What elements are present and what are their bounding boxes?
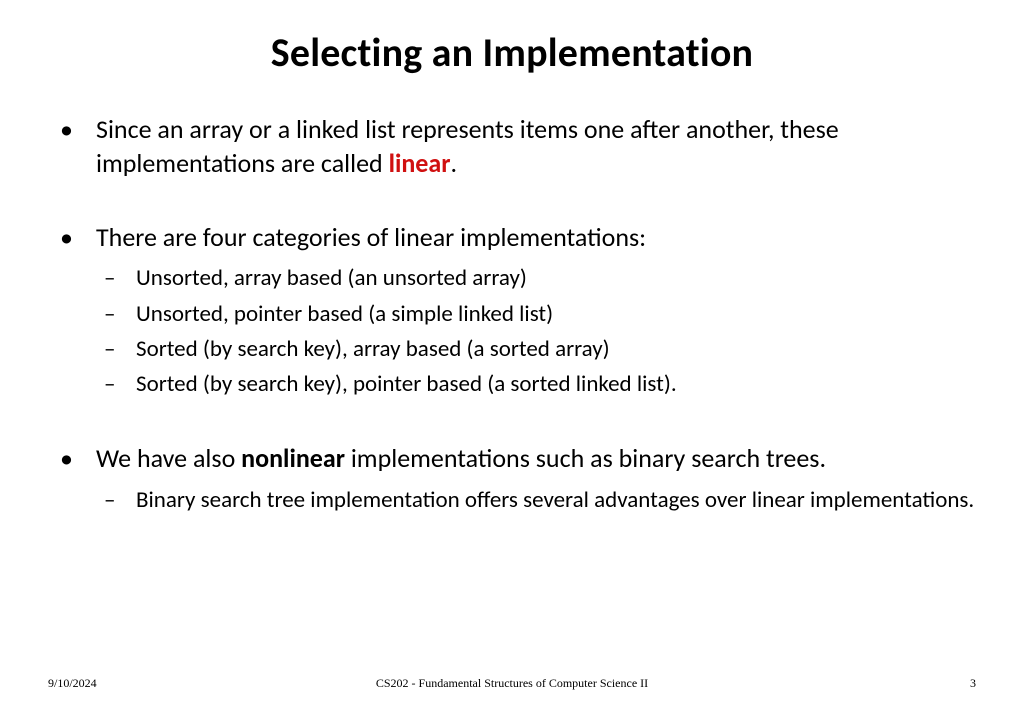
sub-item: Sorted (by search key), pointer based (a… (96, 368, 976, 401)
bullet-3-bold: nonlinear (241, 442, 345, 474)
footer-page: 3 (970, 676, 976, 691)
sub-item-text: Unsorted, array based (an unsorted array… (136, 264, 527, 292)
sub-item: Unsorted, array based (an unsorted array… (96, 262, 976, 295)
sub-item: Unsorted, pointer based (a simple linked… (96, 298, 976, 331)
bullet-1-highlight: linear (389, 147, 451, 179)
slide-footer: 9/10/2024 CS202 - Fundamental Structures… (0, 676, 1024, 691)
sub-item: Sorted (by search key), array based (a s… (96, 333, 976, 366)
sub-item-text: Sorted (by search key), array based (a s… (136, 335, 610, 363)
bullet-3-text-pre: We have also (96, 442, 241, 474)
sub-item-text: Unsorted, pointer based (a simple linked… (136, 300, 553, 328)
slide-title: Selecting an Implementation (48, 28, 976, 77)
sub-item-text: Binary search tree implementation offers… (136, 486, 974, 514)
bullet-1-text-pre: Since an array or a linked list represen… (96, 113, 839, 179)
bullet-3: We have also nonlinear implementations s… (48, 442, 976, 517)
footer-course: CS202 - Fundamental Structures of Comput… (376, 676, 648, 691)
sub-item: Binary search tree implementation offers… (96, 484, 976, 517)
bullet-2-text: There are four categories of linear impl… (96, 221, 646, 253)
bullet-1-text-post: . (450, 147, 457, 179)
bullet-3-sublist: Binary search tree implementation offers… (96, 484, 976, 517)
sub-item-text: Sorted (by search key), pointer based (a… (136, 370, 677, 398)
bullet-3-text-post: implementations such as binary search tr… (345, 442, 826, 474)
bullet-2-sublist: Unsorted, array based (an unsorted array… (96, 262, 976, 401)
bullet-1: Since an array or a linked list represen… (48, 113, 976, 181)
slide-content: Since an array or a linked list represen… (48, 113, 976, 669)
bullet-list: Since an array or a linked list represen… (48, 113, 976, 517)
footer-date: 9/10/2024 (48, 676, 97, 691)
slide-container: Selecting an Implementation Since an arr… (0, 0, 1024, 709)
bullet-2: There are four categories of linear impl… (48, 221, 976, 402)
